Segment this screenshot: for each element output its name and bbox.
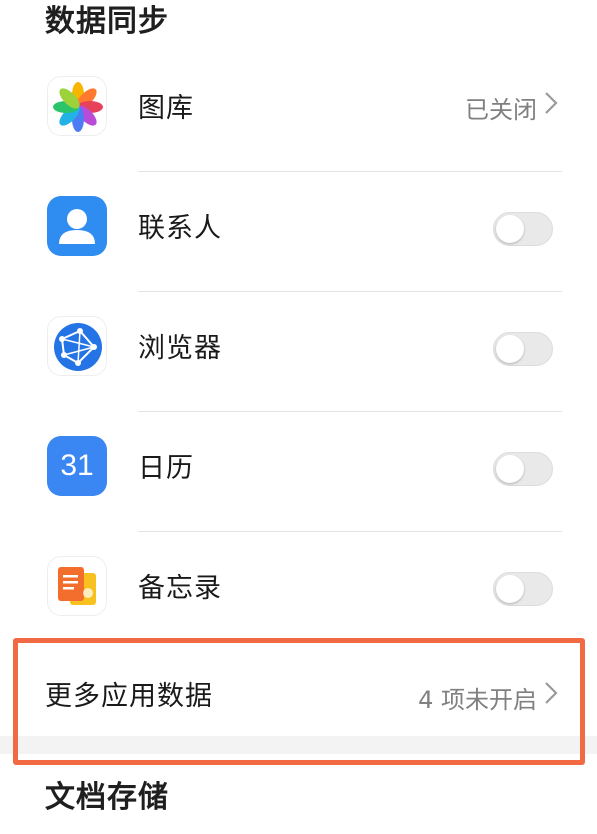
toggle-knob xyxy=(496,335,524,363)
toggle-knob xyxy=(496,455,524,483)
contacts-sync-toggle[interactable] xyxy=(493,212,553,246)
browser-sync-toggle[interactable] xyxy=(493,332,553,366)
highlight-frame xyxy=(13,638,585,765)
toggle-knob xyxy=(496,575,524,603)
calendar-sync-toggle[interactable] xyxy=(493,452,553,486)
sync-item-label: 日历 xyxy=(138,453,194,484)
sync-item-browser[interactable]: 浏览器 xyxy=(0,292,597,412)
section-title-data-sync: 数据同步 xyxy=(45,4,169,39)
calendar-icon-text: 31 xyxy=(60,449,94,482)
sync-item-label: 备忘录 xyxy=(138,573,222,604)
gallery-status-text: 已关闭 xyxy=(465,96,537,124)
browser-globe-icon xyxy=(47,316,107,376)
calendar-icon: 31 xyxy=(47,436,107,496)
chevron-right-icon xyxy=(545,92,558,114)
sync-item-label: 联系人 xyxy=(138,213,222,244)
sync-item-notepad[interactable]: 备忘录 xyxy=(0,532,597,652)
notepad-icon xyxy=(47,556,107,616)
gallery-flower-icon xyxy=(47,76,107,136)
sync-item-label: 浏览器 xyxy=(138,333,222,364)
sync-item-gallery[interactable]: 图库 已关闭 xyxy=(0,52,597,172)
toggle-knob xyxy=(496,215,524,243)
sync-item-contacts[interactable]: 联系人 xyxy=(0,172,597,292)
section-title-document-storage: 文档存储 xyxy=(45,780,169,815)
sync-item-calendar[interactable]: 31 日历 xyxy=(0,412,597,532)
sync-item-label: 图库 xyxy=(138,93,194,124)
contacts-person-icon xyxy=(47,196,107,256)
notepad-sync-toggle[interactable] xyxy=(493,572,553,606)
